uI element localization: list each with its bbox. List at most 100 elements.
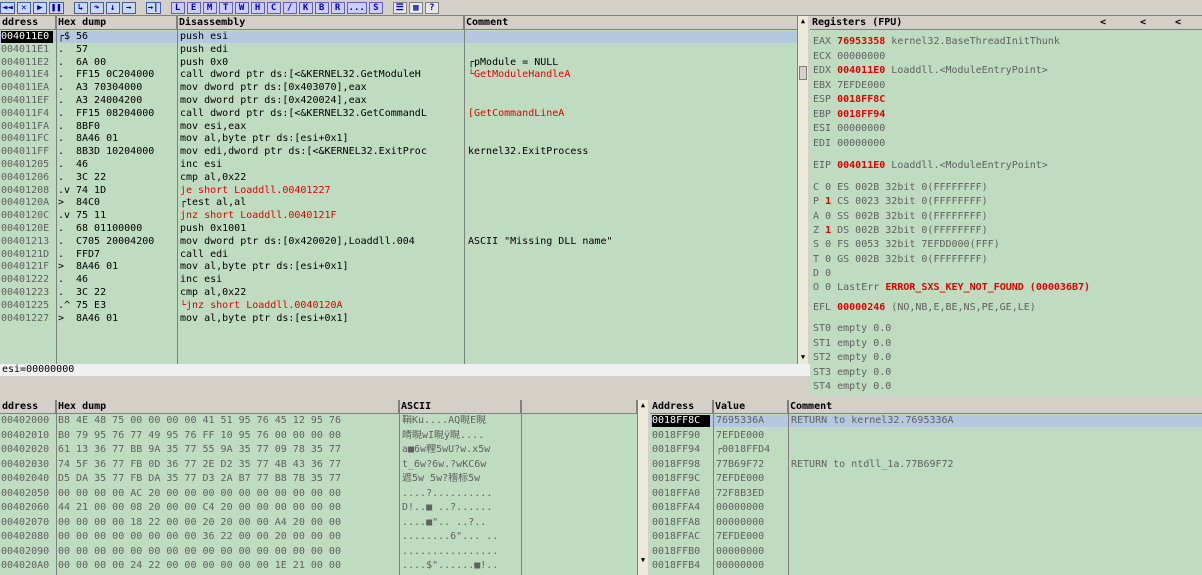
stack-value[interactable]: 72F8B3ED (716, 488, 786, 500)
dump-address[interactable]: 00402030 (1, 459, 53, 471)
toolbar-letter-12[interactable]: S (368, 1, 383, 14)
dump-address[interactable]: 00402000 (1, 415, 53, 427)
flag-value[interactable]: 0 (825, 282, 831, 293)
stack-value[interactable]: 7695336A (716, 415, 786, 427)
toolbar-letter-4[interactable]: W (234, 1, 249, 14)
stack-address[interactable]: 0018FF98 (652, 459, 710, 471)
toolbar-letter-2[interactable]: M (202, 1, 217, 14)
stack-value[interactable]: 7EFDE000 (716, 430, 786, 442)
disasm-row[interactable]: 00401206. 3C 22 cmp al,0x22 (0, 172, 797, 184)
column-header-hexdump[interactable]: Hex dump (56, 16, 177, 30)
row-address[interactable]: 004011FA (1, 121, 53, 133)
disasm-row[interactable]: 004011F4. FF15 08204000 call dword ptr ds:… (0, 108, 797, 120)
toolbar-letter-11[interactable]: ... (346, 1, 367, 14)
dump-row[interactable]: 00402060 44 21 00 00 08 20 00 00 C4 20 00… (0, 502, 637, 514)
disasm-row[interactable]: 00401223. 3C 22 cmp al,0x22 (0, 287, 797, 299)
toolbar-letter-6[interactable]: C (266, 1, 281, 14)
row-address[interactable]: 0040120A (1, 197, 53, 209)
toolbar-letter-3[interactable]: T (218, 1, 233, 14)
row-address[interactable]: 00401213 (1, 236, 53, 248)
disassembly-scrollbar[interactable]: ▲ ▼ (797, 16, 808, 364)
register-efl[interactable]: EFL 00000246 (NO,NB,E,BE,NS,PE,GE,LE) (813, 302, 1036, 314)
stack-row[interactable]: 0018FFB0 00000000 (650, 546, 1202, 558)
disasm-row[interactable]: 0040121F >8A46 01 mov al,byte ptr ds:[esi+… (0, 261, 797, 273)
stack-row[interactable]: 0018FFAC 7EFDE000 (650, 531, 1202, 543)
column-header-comment[interactable]: Comment (464, 16, 798, 30)
row-address[interactable]: 00401225 (1, 300, 53, 312)
row-address[interactable]: 00401206 (1, 172, 53, 184)
register-value[interactable]: 004011E0 (837, 160, 885, 171)
register-value[interactable]: 0018FF8C (837, 94, 885, 105)
toolbar-button-1[interactable]: ✕ (16, 1, 31, 14)
fpu-register[interactable]: ST2 empty 0.0 (813, 352, 891, 364)
dump-row[interactable]: 00402000 B8 4E 48 75 00 00 00 00 41 51 95… (0, 415, 637, 427)
disasm-row[interactable]: 00401222. 46 inc esi (0, 274, 797, 286)
row-instruction[interactable]: mov al,byte ptr ds:[esi+0x1] (180, 133, 464, 145)
stack-row[interactable]: 0018FF98 77B69F72 RETURN to ntdll_1a.77B69… (650, 459, 1202, 471)
nav-left-icon[interactable]: < (1100, 16, 1106, 29)
toolbar-letter-0[interactable]: L (170, 1, 185, 14)
toolbar-icon-2[interactable]: ? (424, 1, 439, 14)
stack-address[interactable]: 0018FF8C (652, 415, 710, 427)
dump-address[interactable]: 00402060 (1, 502, 53, 514)
row-address[interactable]: 00401208 (1, 185, 53, 197)
dump-address[interactable]: 00402070 (1, 517, 53, 529)
scroll-up-icon[interactable]: ▲ (798, 16, 808, 26)
row-address[interactable]: 004011EF (1, 95, 53, 107)
row-instruction[interactable]: push 0x0 (180, 57, 464, 69)
dump-row[interactable]: 004020A0 00 00 00 00 24 22 00 00 00 00 00… (0, 560, 637, 572)
dump-header-hex[interactable]: Hex dump (56, 400, 399, 414)
disasm-row[interactable]: 004011FA. 8BF0 mov esi,eax (0, 121, 797, 133)
toolbar-button-4[interactable]: ↳ (73, 1, 88, 14)
row-instruction[interactable]: cmp al,0x22 (180, 287, 464, 299)
register-value[interactable]: 00000000 (837, 138, 885, 149)
row-address[interactable]: 004011F4 (1, 108, 53, 120)
dump-address[interactable]: 00402010 (1, 430, 53, 442)
flag-value[interactable]: 1 (825, 196, 831, 207)
stack-address[interactable]: 0018FFB4 (652, 560, 710, 572)
disasm-row[interactable]: 00401227 >8A46 01 mov al,byte ptr ds:[esi+… (0, 313, 797, 325)
stack-address[interactable]: 0018FFAC (652, 531, 710, 543)
toolbar-button-7[interactable]: → (121, 1, 136, 14)
row-address[interactable]: 00401222 (1, 274, 53, 286)
fpu-register[interactable]: ST1 empty 0.0 (813, 338, 891, 350)
stack-header-comment[interactable]: Comment (788, 400, 1202, 414)
register-value[interactable]: 76953358 (837, 36, 885, 47)
register-esp[interactable]: ESP 0018FF8C (813, 94, 885, 106)
flag-value[interactable]: 0 (825, 211, 831, 222)
stack-header-address[interactable]: Address (650, 400, 713, 414)
scroll-up-icon[interactable]: ▲ (638, 400, 648, 410)
register-value[interactable]: 0018FF94 (837, 109, 885, 120)
dump-address[interactable]: 00402020 (1, 444, 53, 456)
row-address[interactable]: 004011E0 (1, 31, 53, 43)
dump-row[interactable]: 00402050 00 00 00 00 AC 20 00 00 00 00 00… (0, 488, 637, 500)
nav-left-icon[interactable]: < (1175, 16, 1181, 29)
row-address[interactable]: 004011EA (1, 82, 53, 94)
register-value[interactable]: 7EFDE000 (837, 80, 885, 91)
stack-row[interactable]: 0018FF94 ┌0018FFD4 (650, 444, 1202, 456)
registers-pane[interactable]: Registers (FPU) < < < EAX 76953358 kerne… (810, 16, 1202, 396)
row-instruction[interactable]: mov edi,dword ptr ds:[<&KERNEL32.ExitPro… (180, 146, 464, 158)
disasm-row[interactable]: 004011E2. 6A 00 push 0x0 ┌pModule = NULL (0, 57, 797, 69)
disasm-row[interactable]: 004011E4. FF15 0C204000 call dword ptr ds:… (0, 69, 797, 81)
dump-address[interactable]: 00402040 (1, 473, 53, 485)
disasm-row[interactable]: 004011FC. 8A46 01 mov al,byte ptr ds:[esi+… (0, 133, 797, 145)
register-ecx[interactable]: ECX 00000000 (813, 51, 885, 63)
stack-pane[interactable]: Address Value Comment 0018FF8C 7695336A RE… (650, 400, 1202, 575)
row-address[interactable]: 004011FC (1, 133, 53, 145)
dump-header-ascii[interactable]: ASCII (399, 400, 521, 414)
stack-row[interactable]: 0018FFA8 00000000 (650, 517, 1202, 529)
row-instruction[interactable]: mov dword ptr ds:[0x420024],eax (180, 95, 464, 107)
toolbar-letter-7[interactable]: / (282, 1, 297, 14)
row-instruction[interactable]: push edi (180, 44, 464, 56)
flag-d[interactable]: D 0 (813, 268, 831, 280)
disasm-row[interactable]: 004011E1. 57 push edi (0, 44, 797, 56)
stack-address[interactable]: 0018FFB0 (652, 546, 710, 558)
stack-value[interactable]: 00000000 (716, 502, 786, 514)
flag-value[interactable]: 0 (825, 268, 831, 279)
stack-row[interactable]: 0018FF90 7EFDE000 (650, 430, 1202, 442)
row-address[interactable]: 004011E4 (1, 69, 53, 81)
stack-row[interactable]: 0018FFA4 00000000 (650, 502, 1202, 514)
register-eax[interactable]: EAX 76953358 kernel32.BaseThreadInitThun… (813, 36, 1060, 48)
stack-address[interactable]: 0018FF94 (652, 444, 710, 456)
